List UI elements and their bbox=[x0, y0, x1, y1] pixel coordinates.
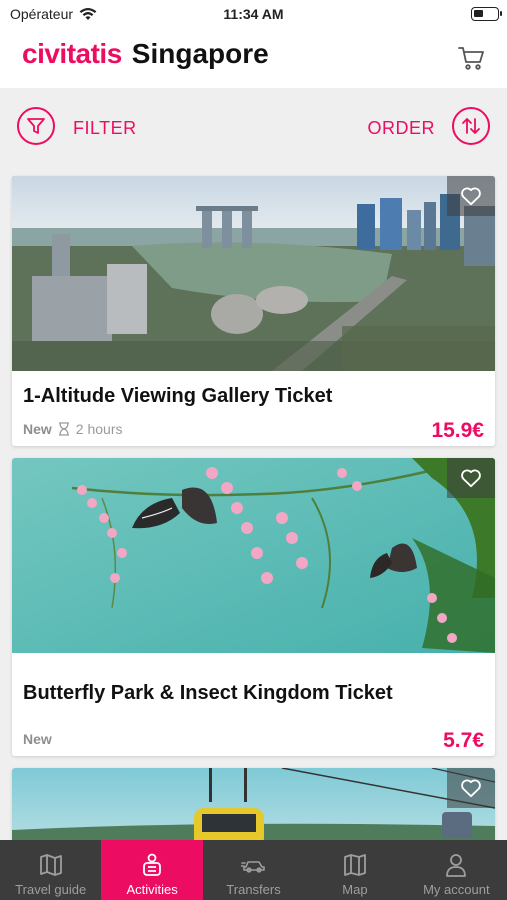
activity-card[interactable] bbox=[12, 768, 495, 848]
order-label[interactable]: ORDER bbox=[367, 118, 435, 139]
activity-card[interactable]: 1-Altitude Viewing Gallery Ticket New 2 … bbox=[12, 176, 495, 446]
activity-photo-butterflies[interactable] bbox=[12, 458, 495, 653]
tab-my-account[interactable]: My account bbox=[406, 840, 507, 900]
map-book-icon bbox=[39, 854, 62, 876]
activity-price: 5.7€ bbox=[443, 729, 484, 752]
map-icon bbox=[344, 854, 366, 876]
activity-duration: 2 hours bbox=[75, 421, 123, 437]
tab-label: Map bbox=[342, 882, 368, 897]
hourglass-icon bbox=[58, 422, 69, 436]
civitatis-logo[interactable]: civitatis bbox=[22, 38, 122, 70]
tab-transfers[interactable]: Transfers bbox=[203, 840, 304, 900]
activity-title[interactable]: Butterfly Park & Insect Kingdom Ticket bbox=[23, 682, 393, 705]
battery-icon bbox=[471, 7, 502, 21]
filter-order-bar: FILTER ORDER bbox=[0, 88, 507, 168]
user-icon bbox=[446, 854, 467, 877]
brand: civitatis Singapore bbox=[22, 38, 269, 70]
activity-photo-singapore-skyline[interactable] bbox=[12, 176, 495, 371]
app-header: civitatis Singapore bbox=[0, 30, 507, 88]
tab-map[interactable]: Map bbox=[304, 840, 405, 900]
new-badge: New bbox=[23, 421, 52, 437]
status-bar: Opérateur 11:34 AM bbox=[0, 0, 507, 30]
favorite-button[interactable] bbox=[447, 458, 495, 498]
activity-photo-cable-car[interactable] bbox=[12, 768, 495, 848]
heart-icon bbox=[461, 779, 481, 798]
new-badge: New bbox=[23, 731, 52, 747]
tab-travel-guide[interactable]: Travel guide bbox=[0, 840, 101, 900]
sort-arrows-icon bbox=[462, 118, 480, 134]
heart-icon bbox=[461, 469, 481, 488]
tab-label: Transfers bbox=[226, 882, 281, 897]
tab-label: Activities bbox=[126, 882, 178, 897]
bottom-tab-bar: Travel guide Activities Transfers Map My… bbox=[0, 840, 507, 900]
favorite-button[interactable] bbox=[447, 176, 495, 216]
tab-label: My account bbox=[423, 882, 490, 897]
activity-card[interactable]: Butterfly Park & Insect Kingdom Ticket N… bbox=[12, 458, 495, 756]
clock: 11:34 AM bbox=[223, 6, 284, 22]
activity-price: 15.9€ bbox=[431, 419, 484, 442]
order-button[interactable] bbox=[452, 107, 490, 145]
cart-icon[interactable] bbox=[457, 44, 485, 72]
filter-label[interactable]: FILTER bbox=[73, 118, 137, 139]
tab-label: Travel guide bbox=[15, 882, 87, 897]
activity-meta: New 2 hours bbox=[23, 421, 123, 437]
activity-meta: New bbox=[23, 731, 52, 747]
page-title: Singapore bbox=[131, 38, 269, 69]
tab-activities[interactable]: Activities bbox=[101, 840, 203, 900]
heart-icon bbox=[461, 187, 481, 206]
activity-title[interactable]: 1-Altitude Viewing Gallery Ticket bbox=[23, 385, 332, 408]
favorite-button[interactable] bbox=[447, 768, 495, 808]
funnel-icon bbox=[27, 118, 45, 134]
transfer-car-icon bbox=[240, 861, 265, 873]
filter-button[interactable] bbox=[17, 107, 55, 145]
activities-icon bbox=[143, 853, 162, 876]
